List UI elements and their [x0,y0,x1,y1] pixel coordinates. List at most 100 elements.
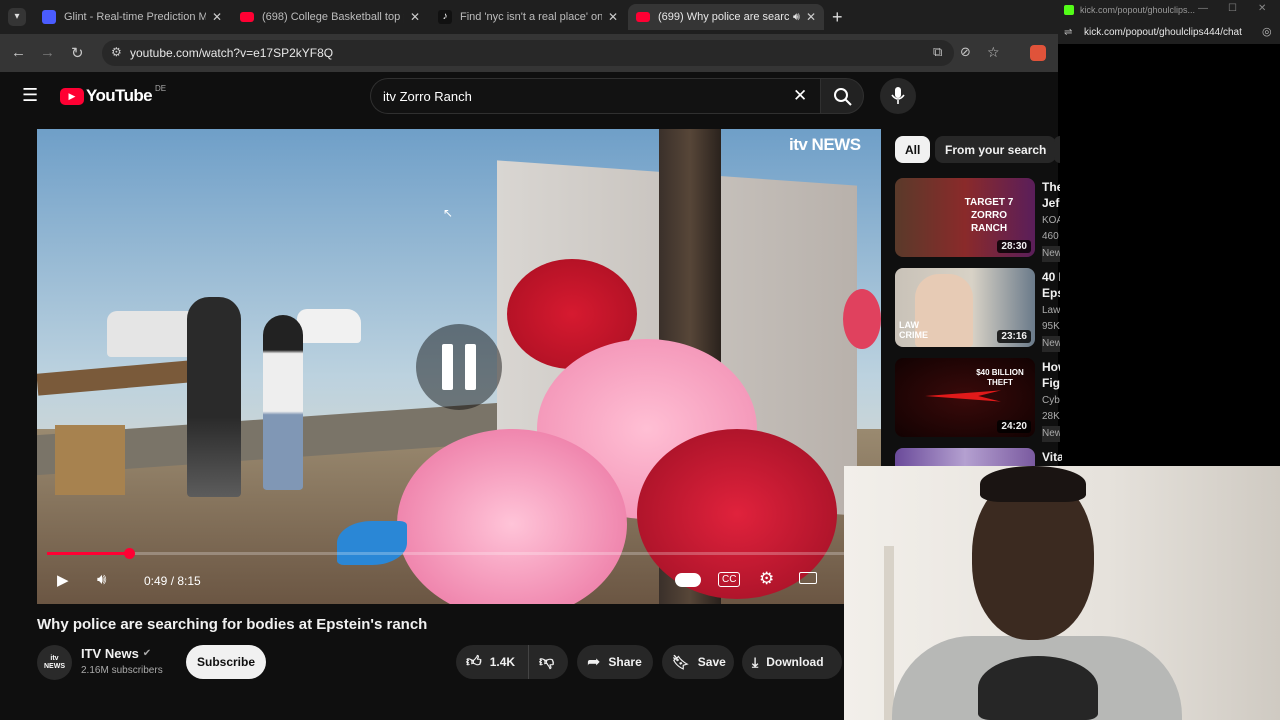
browser-toolbar: ← → ↻ ⚙ youtube.com/watch?v=e17SP2kYF8Q … [0,34,1058,72]
recommended-channel[interactable]: Law [1042,303,1060,319]
share-label: Share [608,655,642,669]
video-frame-suv [297,309,361,343]
recommended-thumbnail[interactable]: TARGET 7 ZORRO RANCH 28:30 [895,178,1035,257]
audio-playing-icon[interactable]: 🔊︎ [793,11,800,24]
close-tab-icon[interactable]: ✕ [410,10,420,24]
site-info-icon[interactable]: ⚙ [111,45,122,59]
channel-name-text[interactable]: ITV News [81,646,139,661]
webcam-door-frame [884,546,894,720]
recommended-title-line2[interactable]: Figh [1042,375,1060,391]
youtube-play-logo-icon: ▶ [60,87,84,105]
subscribe-label: Subscribe [196,655,256,669]
install-app-icon[interactable]: ⧉ [933,44,942,60]
youtube-logo[interactable]: ▶ YouTube DE [60,84,166,106]
tab-active-youtube[interactable]: (699) Why police are search 🔊︎ ✕ [628,4,824,30]
popout-menu-icon[interactable]: ⇌ [1064,27,1072,38]
recommended-title[interactable]: 40 I [1042,269,1060,285]
recommended-views: 95K [1042,321,1060,332]
url-text[interactable]: youtube.com/watch?v=e17SP2kYF8Q [130,46,333,60]
thumbnail-text: $40 BILLION THEFT [976,368,1024,387]
settings-gear-icon[interactable]: ⚙ [759,569,774,589]
subscribe-button[interactable]: Subscribe [186,645,266,679]
chip-label: From your search [945,142,1047,157]
maximize-icon[interactable]: ☐ [1228,3,1237,14]
chip-next-partial[interactable] [1054,136,1060,163]
tracking-protection-icon[interactable]: ⊘ [960,44,971,60]
video-player[interactable]: itv NEWS ↖ ▶ 🔊︎ 0:49 / 8:15 CC ⚙ [37,129,881,604]
recommended-title-line2[interactable]: Eps [1042,285,1060,301]
channel-avatar[interactable]: itv NEWS [37,645,72,680]
youtube-header: ☰ ▶ YouTube DE itv Zorro Ranch ✕ [0,72,1058,120]
like-count: 1.4K [489,655,516,669]
video-frame-pink-flower-large [397,429,627,604]
reload-icon[interactable]: ↻ [71,44,84,62]
recommended-channel[interactable]: KOA [1042,213,1060,229]
volume-icon[interactable]: 🔊︎ [97,571,106,588]
search-button[interactable] [820,78,864,114]
tab-title: Glint - Real-time Prediction Ma [64,11,206,23]
search-box[interactable]: itv Zorro Ranch ✕ [370,78,820,114]
tab-tiktok[interactable]: ♪ Find 'nyc isn't a real place' on T ✕ [430,4,626,30]
close-tab-icon[interactable]: ✕ [212,10,222,24]
new-badge: New [1042,246,1060,262]
forward-arrow-icon[interactable]: → [40,44,55,61]
chip-from-your-search[interactable]: From your search [935,136,1057,163]
download-button[interactable]: ⤓ Download [742,645,842,679]
autoplay-toggle[interactable] [675,573,701,587]
address-bar[interactable]: ⚙ youtube.com/watch?v=e17SP2kYF8Q [102,40,954,66]
close-tab-icon[interactable]: ✕ [608,10,618,24]
close-window-icon[interactable]: ✕ [1258,3,1266,14]
subscriber-count: 2.16M subscribers [81,665,163,676]
youtube-favicon-icon [636,12,650,22]
recommended-views: 28K [1042,411,1060,422]
like-button[interactable]: 👍︎ 1.4K [456,645,528,679]
back-arrow-icon[interactable]: ← [11,44,26,61]
recommended-thumbnail[interactable]: LAW CRIME 23:16 [895,268,1035,347]
thumbnail-text: TARGET 7 ZORRO RANCH [964,197,1014,234]
video-frame-butterfly [337,521,407,565]
chip-all[interactable]: All [895,136,931,163]
channel-name[interactable]: ITV News ✔ [81,646,151,661]
close-tab-icon[interactable]: ✕ [806,10,816,24]
tiktok-favicon-icon: ♪ [438,10,452,24]
recommended-title[interactable]: Vita [1042,449,1062,465]
new-badge: New [1042,336,1060,352]
tab-college-basketball[interactable]: (698) College Basketball top pla ✕ [232,4,428,30]
dislike-button[interactable]: 👎︎ [528,645,568,679]
clear-search-icon[interactable]: ✕ [793,86,807,106]
search-input[interactable]: itv Zorro Ranch [383,89,472,104]
extension-icon[interactable] [1030,45,1046,61]
pause-overlay-button[interactable] [416,324,502,410]
recommended-title[interactable]: How [1042,359,1060,375]
verified-check-icon: ✔ [142,648,152,659]
browser-tab-strip: ▾ Glint - Real-time Prediction Ma ✕ (698… [0,0,1058,34]
recommended-thumbnail[interactable]: $40 BILLION THEFT 24:20 [895,358,1035,437]
tab-glint[interactable]: Glint - Real-time Prediction Ma ✕ [34,4,230,30]
bookmark-star-icon[interactable]: ☆ [987,44,1000,61]
save-button[interactable]: 🔖︎ Save [662,645,734,679]
tab-search-button[interactable]: ▾ [8,8,26,26]
bookmark-icon: 🔖︎ [672,653,690,670]
minimize-icon[interactable]: — [1198,3,1208,14]
hamburger-menu-icon[interactable]: ☰ [22,85,38,106]
popout-titlebar: kick.com/popout/ghoulclips... — ☐ ✕ ⇌ ki… [1058,0,1280,44]
chip-label: All [905,142,921,157]
captions-icon[interactable]: CC [718,572,741,587]
recommended-title-line2[interactable]: Jef [1042,195,1060,211]
recommended-title[interactable]: The [1042,179,1060,195]
thumbs-up-icon: 👍︎ [466,653,482,670]
recommended-channel[interactable]: Cyb [1042,393,1060,409]
thumbnail-text: LAW CRIME [899,320,928,340]
voice-search-button[interactable] [880,78,916,114]
play-button-icon[interactable]: ▶ [57,571,69,589]
popout-url[interactable]: kick.com/popout/ghoulclips444/chat [1084,27,1242,38]
share-button[interactable]: ➦ Share [577,645,653,679]
new-tab-plus-icon[interactable]: + [832,7,843,28]
time-display: 0:49 / 8:15 [144,574,201,588]
progress-bar[interactable] [47,548,871,559]
recommended-thumbnail[interactable] [895,448,1035,466]
download-icon: ⤓ [752,653,759,670]
popout-eye-icon[interactable]: ◎ [1262,25,1272,38]
theater-mode-icon[interactable] [799,572,817,584]
itv-news-watermark: itv NEWS [789,135,861,154]
